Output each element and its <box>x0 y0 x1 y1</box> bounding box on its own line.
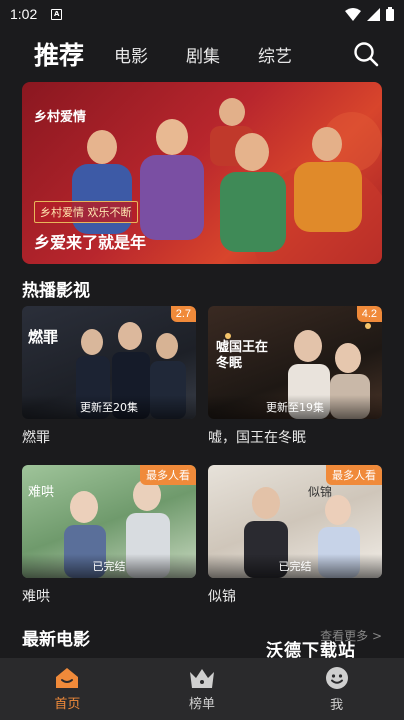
battery-icon <box>386 7 394 21</box>
bottom-nav: 首页 榜单 我 <box>0 658 404 720</box>
status-icons <box>345 7 394 21</box>
poster: 燃罪 2.7 更新至20集 <box>22 306 196 419</box>
episode-status: 已完结 <box>208 554 382 578</box>
episode-status: 已完结 <box>22 554 196 578</box>
top-nav: 推荐 电影 剧集 综艺 <box>0 28 404 80</box>
most-watched-badge: 最多人看 <box>140 465 196 485</box>
wifi-icon <box>345 7 361 21</box>
media-card[interactable]: 似锦 最多人看 已完结 似锦 <box>208 465 382 606</box>
poster: 嘘国王在冬眠 4.2 更新至19集 <box>208 306 382 419</box>
notification-a-icon: A <box>51 8 63 20</box>
card-title: 燃罪 <box>22 430 50 446</box>
nav-me[interactable]: 我 <box>269 658 404 720</box>
nav-ranking-label: 榜单 <box>189 696 216 712</box>
tab-variety[interactable]: 综艺 <box>258 42 292 67</box>
card-title: 似锦 <box>208 589 236 605</box>
nav-me-label: 我 <box>330 697 344 713</box>
section-title-movies: 最新电影 <box>22 630 90 650</box>
section-title-hot: 热播影视 <box>22 281 90 301</box>
status-bar: 1:02 A <box>0 0 404 28</box>
poster-title: 嘘国王在冬眠 <box>216 340 269 371</box>
banner-logo: 乡村爱情 <box>34 110 87 125</box>
episode-status: 更新至20集 <box>22 395 196 419</box>
banner-tag: 乡村爱情 欢乐不断 <box>34 201 138 223</box>
poster-title: 似锦 <box>308 485 333 499</box>
home-icon <box>56 667 79 688</box>
card-title: 难哄 <box>22 589 50 605</box>
status-time: 1:02 <box>10 6 38 22</box>
episode-status: 更新至19集 <box>208 395 382 419</box>
tab-recommend[interactable]: 推荐 <box>34 36 84 72</box>
tab-series[interactable]: 剧集 <box>186 42 220 67</box>
smiley-icon <box>325 666 348 689</box>
poster-title: 难哄 <box>28 485 55 500</box>
media-card[interactable]: 燃罪 2.7 更新至20集 燃罪 <box>22 306 196 447</box>
nav-home-label: 首页 <box>54 696 81 712</box>
poster-title: 燃罪 <box>28 328 59 346</box>
nav-ranking[interactable]: 榜单 <box>135 658 270 720</box>
poster: 似锦 最多人看 已完结 <box>208 465 382 578</box>
score-badge: 4.2 <box>356 306 382 322</box>
nav-home[interactable]: 首页 <box>0 658 135 720</box>
media-card[interactable]: 嘘国王在冬眠 4.2 更新至19集 嘘，国王在冬眠 <box>208 306 382 447</box>
signal-icon <box>367 7 380 21</box>
score-badge: 2.7 <box>170 306 196 322</box>
banner-title: 乡爱来了就是年 <box>34 233 147 252</box>
media-card[interactable]: 难哄 最多人看 已完结 难哄 <box>22 465 196 606</box>
most-watched-badge: 最多人看 <box>326 465 382 485</box>
crown-icon <box>190 668 214 688</box>
hero-banner[interactable]: 乡村爱情 乡村爱情 欢乐不断 乡爱来了就是年 <box>22 82 382 264</box>
card-title: 嘘，国王在冬眠 <box>208 430 306 446</box>
search-icon[interactable] <box>352 40 380 68</box>
tab-movies[interactable]: 电影 <box>114 42 148 67</box>
poster: 难哄 最多人看 已完结 <box>22 465 196 578</box>
